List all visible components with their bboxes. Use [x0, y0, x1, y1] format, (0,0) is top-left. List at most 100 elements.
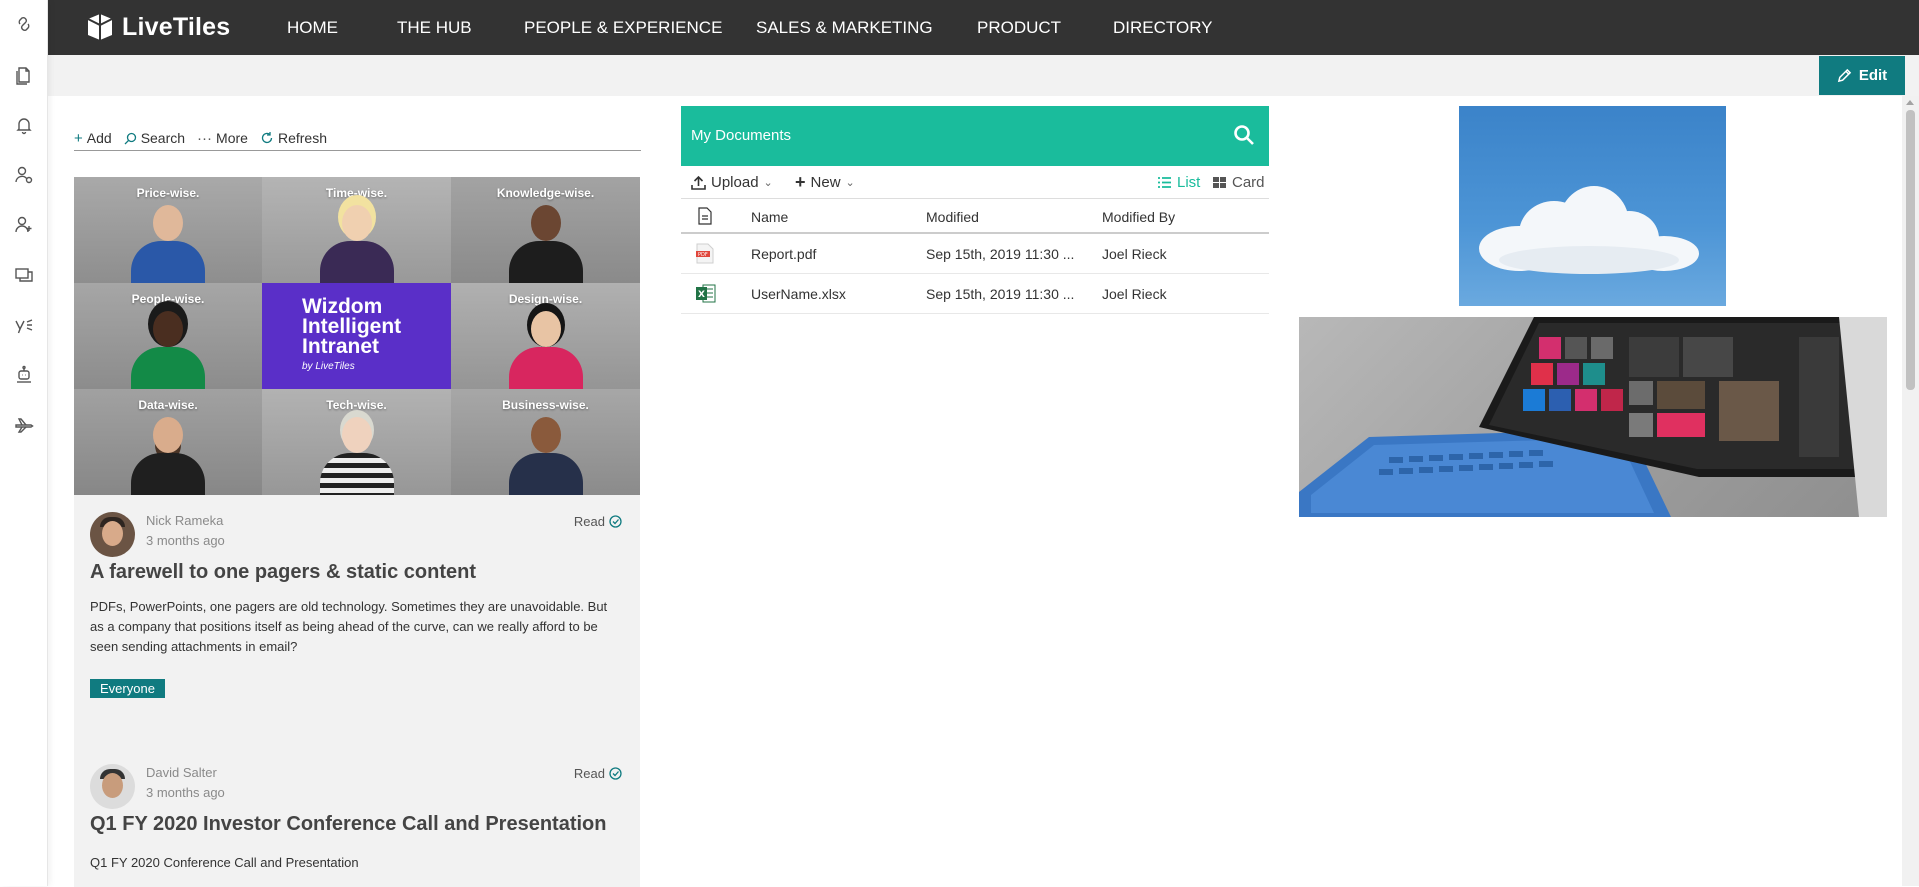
- chevron-down-icon: ⌄: [845, 177, 855, 189]
- new-button[interactable]: + New ⌄: [795, 172, 855, 192]
- tile-label: Data-wise.: [138, 398, 198, 412]
- plus-icon: +: [74, 129, 83, 147]
- tile-label: Business-wise.: [502, 398, 589, 412]
- add-label: Add: [86, 130, 112, 146]
- search-icon: [124, 132, 136, 144]
- read-indicator[interactable]: Read: [574, 514, 622, 529]
- check-circle-icon: [609, 767, 622, 780]
- person-photo: [508, 307, 583, 389]
- refresh-label: Refresh: [277, 130, 327, 146]
- list-view-button[interactable]: List: [1157, 174, 1200, 191]
- nav-home[interactable]: HOME: [287, 0, 338, 55]
- file-name[interactable]: Report.pdf: [751, 246, 816, 262]
- file-modified: Sep 15th, 2019 11:30 ...: [926, 246, 1075, 262]
- grid-icon: [1213, 177, 1226, 188]
- card-label: Card: [1232, 174, 1265, 191]
- add-user-icon[interactable]: [11, 212, 37, 238]
- user-gear-icon[interactable]: [11, 162, 37, 188]
- column-name[interactable]: Name: [751, 209, 788, 225]
- tablet-illustration: [1299, 317, 1887, 517]
- hero-tile: People-wise.: [74, 283, 262, 389]
- post-excerpt: PDFs, PowerPoints, one pagers are old te…: [90, 599, 608, 654]
- nav-people-experience[interactable]: PEOPLE & EXPERIENCE: [524, 0, 722, 55]
- column-modified[interactable]: Modified: [926, 209, 979, 225]
- livetiles-logo[interactable]: LiveTiles: [84, 8, 230, 46]
- hero-image[interactable]: Price-wise. Time-wise. Knowledge-wise. P…: [74, 177, 640, 495]
- file-type-icon[interactable]: [698, 207, 712, 225]
- excel-file-icon: X: [696, 284, 716, 303]
- edit-button[interactable]: Edit: [1819, 56, 1905, 95]
- plus-icon: +: [795, 172, 806, 192]
- scroll-up-arrow-icon[interactable]: [1906, 100, 1914, 105]
- tile-label: Knowledge-wise.: [496, 186, 595, 200]
- hero-tile: Design-wise.: [451, 283, 640, 389]
- new-label: New: [810, 174, 841, 191]
- link-icon[interactable]: [11, 11, 37, 37]
- post-author: David Salter: [146, 765, 217, 780]
- tile-label: Price-wise.: [136, 186, 200, 200]
- audience-tag[interactable]: Everyone: [90, 679, 165, 698]
- list-label: List: [1177, 174, 1201, 191]
- tile-label: Design-wise.: [508, 292, 583, 306]
- cloud-image[interactable]: [1459, 106, 1726, 306]
- bot-icon[interactable]: [11, 362, 37, 388]
- nav-directory[interactable]: DIRECTORY: [1113, 0, 1213, 55]
- list-icon: [1158, 177, 1171, 188]
- search-icon[interactable]: [1233, 124, 1257, 148]
- card-view-button[interactable]: Card: [1212, 174, 1265, 191]
- news-card[interactable]: David Salter 3 months ago Read Q1 FY 202…: [74, 747, 640, 887]
- pencil-icon: [1837, 68, 1852, 83]
- read-indicator[interactable]: Read: [574, 766, 622, 781]
- upload-label: Upload: [711, 174, 759, 191]
- add-button[interactable]: + Add: [74, 130, 112, 147]
- read-label: Read: [573, 514, 605, 529]
- pdf-file-icon: PDF: [696, 243, 714, 264]
- plane-icon[interactable]: [11, 412, 37, 438]
- tile-label: Tech-wise.: [326, 398, 387, 412]
- file-name[interactable]: UserName.xlsx: [751, 286, 846, 302]
- refresh-icon: [261, 132, 273, 144]
- column-modified-by[interactable]: Modified By: [1102, 209, 1175, 225]
- hero-tile: Time-wise.: [262, 177, 451, 283]
- nav-product[interactable]: PRODUCT: [977, 0, 1061, 55]
- chevron-down-icon: ⌄: [763, 177, 773, 189]
- nav-the-hub[interactable]: THE HUB: [397, 0, 472, 55]
- hero-tile: Tech-wise.: [262, 389, 451, 495]
- post-title[interactable]: Q1 FY 2020 Investor Conference Call and …: [90, 813, 606, 836]
- upload-button[interactable]: Upload ⌄: [691, 174, 773, 191]
- docs-table-header: Name Modified Modified By: [681, 199, 1269, 234]
- ellipsis-icon: ···: [197, 129, 213, 147]
- more-label: More: [216, 130, 248, 146]
- post-title[interactable]: A farewell to one pagers & static conten…: [90, 561, 476, 584]
- edit-label: Edit: [1858, 67, 1888, 84]
- more-button[interactable]: ··· More: [197, 130, 248, 147]
- svg-text:PDF: PDF: [698, 252, 708, 258]
- person-photo: [319, 413, 394, 495]
- bell-icon[interactable]: [11, 112, 37, 138]
- scroll-thumb[interactable]: [1906, 110, 1915, 390]
- wizdom-tile: Wizdom Intelligent Intranet by LiveTiles: [262, 283, 451, 389]
- nav-sales-marketing[interactable]: SALES & MARKETING: [756, 0, 933, 55]
- vertical-scrollbar[interactable]: [1902, 96, 1919, 886]
- documents-icon[interactable]: [11, 62, 37, 88]
- search-button[interactable]: Search: [124, 130, 185, 146]
- avatar: [90, 512, 135, 557]
- news-column: + Add Search ··· More Refresh Price-wise…: [74, 96, 641, 887]
- wizdom-by: by LiveTiles: [302, 361, 355, 372]
- check-circle-icon: [609, 515, 622, 528]
- yammer-icon[interactable]: [11, 312, 37, 338]
- table-row[interactable]: PDF Report.pdf Sep 15th, 2019 11:30 ... …: [681, 234, 1269, 274]
- person-photo: [508, 413, 583, 495]
- file-modified: Sep 15th, 2019 11:30 ...: [926, 286, 1075, 302]
- avatar: [90, 764, 135, 809]
- refresh-button[interactable]: Refresh: [260, 130, 327, 146]
- post-author: Nick Rameka: [146, 513, 224, 528]
- svg-text:X: X: [698, 290, 705, 300]
- hero-tile: Knowledge-wise.: [451, 177, 640, 283]
- table-row[interactable]: X UserName.xlsx Sep 15th, 2019 11:30 ...…: [681, 274, 1269, 314]
- person-photo: [508, 201, 583, 283]
- upload-icon: [691, 175, 706, 190]
- edit-bar: Edit: [48, 55, 1919, 96]
- chat-icon[interactable]: [11, 262, 37, 288]
- tablet-image[interactable]: [1299, 317, 1887, 517]
